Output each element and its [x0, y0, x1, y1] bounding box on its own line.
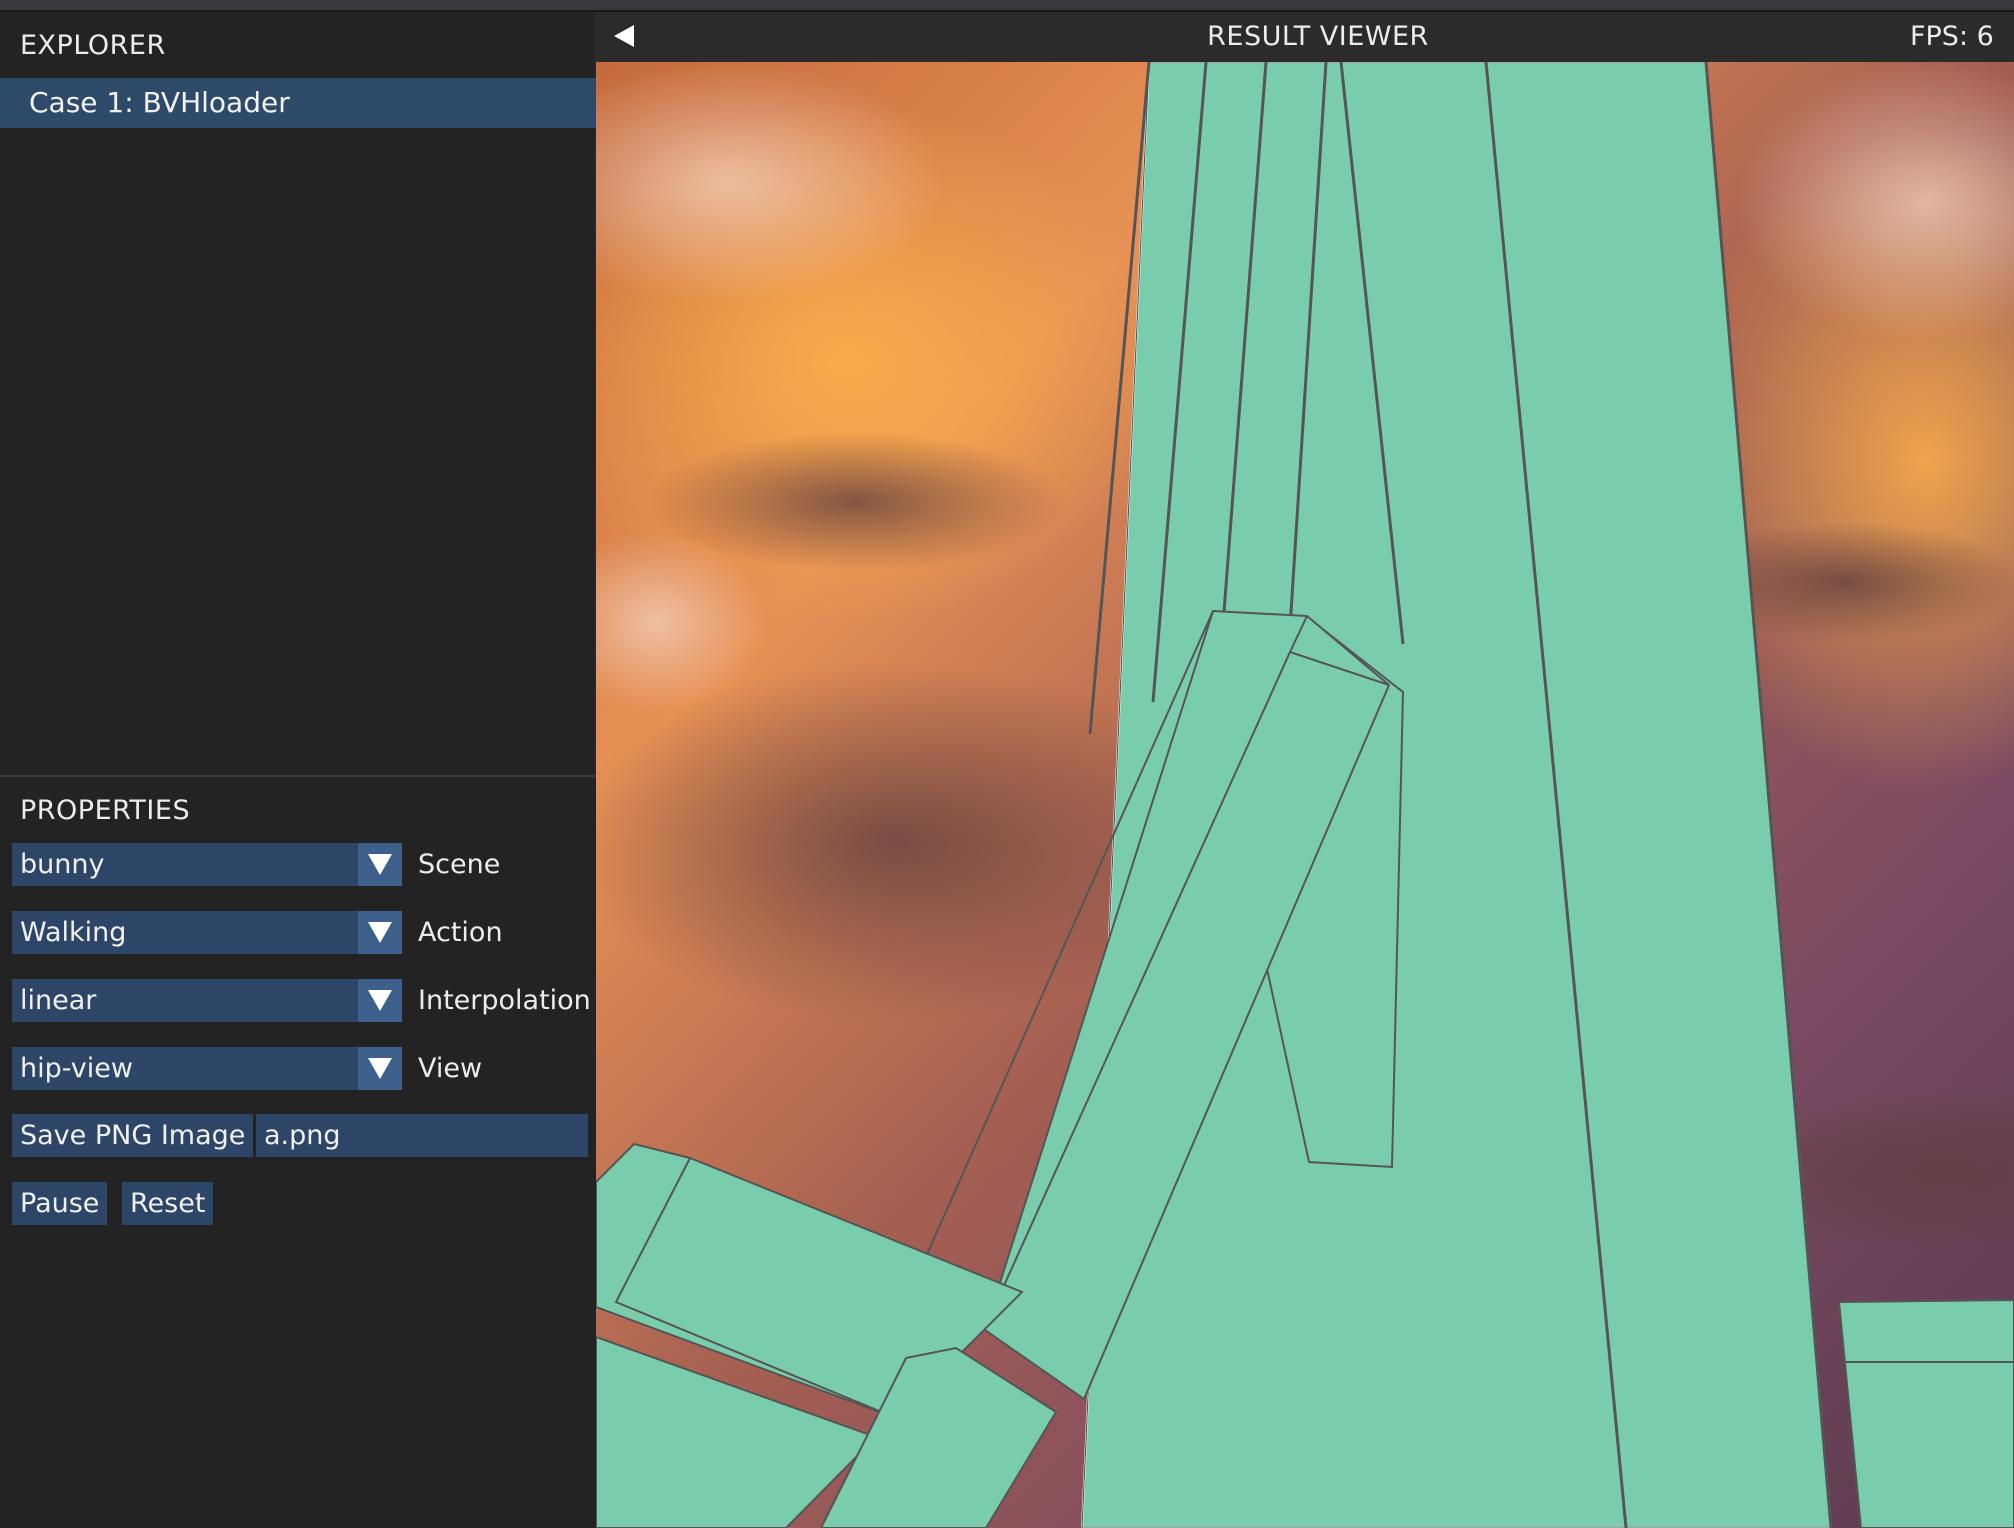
view-label: View: [418, 1053, 483, 1084]
explorer-panel: EXPLORER Case 1: BVHloader: [0, 12, 596, 775]
view-dropdown[interactable]: hip-view: [12, 1047, 402, 1090]
action-label: Action: [418, 917, 503, 948]
render-canvas[interactable]: [596, 62, 2014, 1528]
chevron-down-icon[interactable]: [358, 1047, 402, 1090]
save-png-button[interactable]: Save PNG Image: [12, 1114, 254, 1157]
action-dropdown-value: Walking: [20, 917, 127, 948]
action-dropdown[interactable]: Walking: [12, 911, 402, 954]
reset-button[interactable]: Reset: [122, 1182, 214, 1225]
chevron-down-icon[interactable]: [358, 911, 402, 954]
scene-dropdown-value: bunny: [20, 849, 105, 880]
interpolation-dropdown[interactable]: linear: [12, 979, 402, 1022]
filename-input[interactable]: [256, 1114, 588, 1157]
interpolation-label: Interpolation: [418, 985, 591, 1016]
view-dropdown-value: hip-view: [20, 1053, 133, 1084]
viewer-title: RESULT VIEWER: [1207, 21, 1429, 52]
window-top-strip: [0, 0, 2014, 12]
result-viewer: RESULT VIEWER FPS: 6: [596, 12, 2014, 1528]
fps-counter: FPS: 6: [1910, 21, 1994, 52]
explorer-item-case-1[interactable]: Case 1: BVHloader: [0, 78, 596, 128]
pause-button[interactable]: Pause: [12, 1182, 108, 1225]
chevron-down-icon[interactable]: [358, 843, 402, 886]
interpolation-dropdown-value: linear: [20, 985, 97, 1016]
properties-title: PROPERTIES: [20, 795, 191, 826]
scene-label: Scene: [418, 849, 501, 880]
viewer-header: RESULT VIEWER FPS: 6: [596, 12, 2014, 62]
explorer-title: EXPLORER: [20, 30, 166, 61]
chevron-down-icon[interactable]: [358, 979, 402, 1022]
scene-dropdown[interactable]: bunny: [12, 843, 402, 886]
